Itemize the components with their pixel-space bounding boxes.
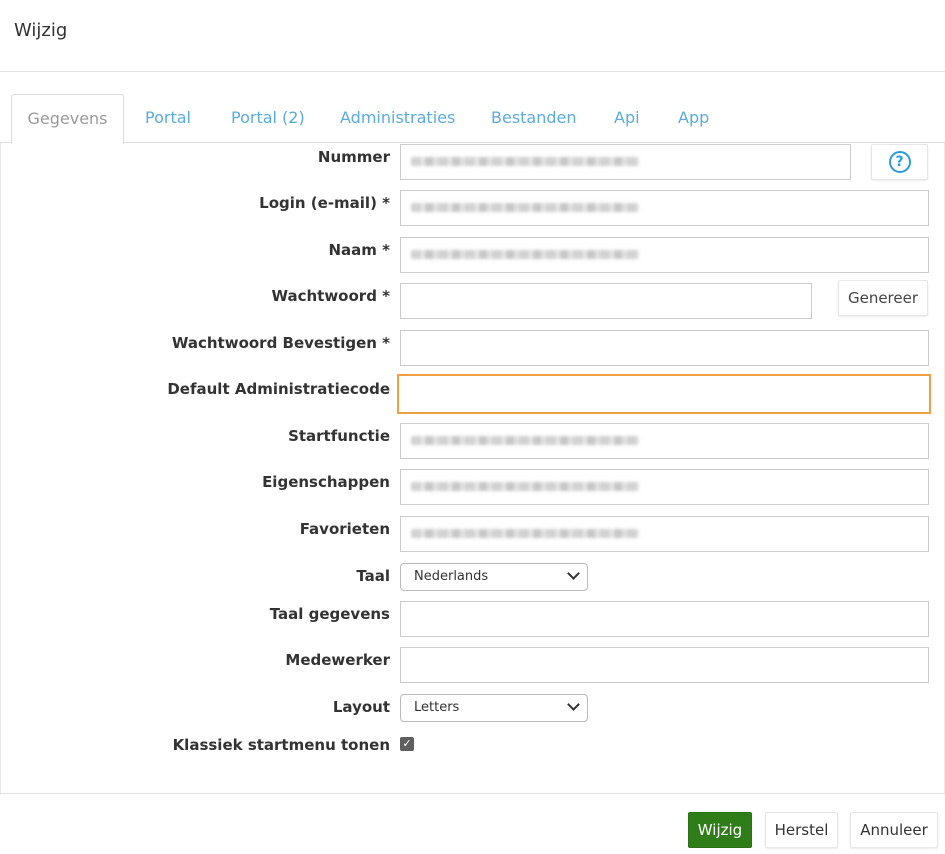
tab-bestanden[interactable]: Bestanden [491,94,577,143]
annuleer-button[interactable]: Annuleer [850,812,938,848]
redacted-value [411,435,639,445]
klassiek-startmenu-checkbox[interactable]: ✓ [400,737,414,751]
tab-portal[interactable]: Portal [145,94,191,143]
dialog-title: Wijzig [14,20,68,41]
naam-input[interactable] [400,237,929,273]
tab-administraties[interactable]: Administraties [340,94,455,143]
taal-select[interactable]: Nederlands [400,563,588,591]
taal-label: Taal [356,567,390,585]
redacted-value [411,481,639,491]
medewerker-label: Medewerker [285,651,390,669]
wijzig-button[interactable]: Wijzig [688,812,752,848]
layout-select[interactable]: Letters [400,694,588,722]
tab-api[interactable]: Api [614,94,640,143]
medewerker-input[interactable] [400,647,929,683]
wachtwoord-bevestigen-label: Wachtwoord Bevestigen * [171,334,390,352]
redacted-value [411,249,639,259]
login-label: Login (e-mail) * [259,194,390,212]
klassiek-startmenu-label: Klassiek startmenu tonen [172,736,390,754]
chevron-down-icon [567,698,580,711]
taal-gegevens-input[interactable] [400,601,929,637]
naam-label: Naam * [328,241,391,259]
nummer-label: Nummer [317,148,390,166]
startfunctie-input[interactable] [400,423,929,459]
startfunctie-label: Startfunctie [288,427,390,445]
redacted-value [411,156,639,166]
nummer-input[interactable] [400,144,851,180]
default-administratiecode-label: Default Administratiecode [167,380,390,398]
taal-select-value: Nederlands [414,569,489,584]
help-button[interactable]: ? [871,144,928,180]
chevron-down-icon [567,567,580,580]
tab-portal-2[interactable]: Portal (2) [231,94,305,143]
herstel-button[interactable]: Herstel [765,812,838,848]
favorieten-input[interactable] [400,516,929,552]
taal-gegevens-label: Taal gegevens [269,605,390,623]
wachtwoord-label: Wachtwoord * [271,287,390,305]
dialog-header: Wijzig [0,0,945,72]
help-circle-icon: ? [888,151,911,173]
check-icon: ✓ [402,737,412,750]
dialog-footer: Wijzig Herstel Annuleer [0,793,945,854]
redacted-value [411,202,639,212]
tab-app[interactable]: App [678,94,709,143]
eigenschappen-input[interactable] [400,469,929,505]
tab-bar: Gegevens Portal Portal (2) Administratie… [0,94,945,144]
favorieten-label: Favorieten [299,520,390,538]
eigenschappen-label: Eigenschappen [262,473,390,491]
login-input[interactable] [400,190,929,226]
layout-select-value: Letters [414,700,460,715]
redacted-value [411,528,639,538]
genereer-button[interactable]: Genereer [838,280,928,316]
wachtwoord-input[interactable] [400,283,812,319]
default-administratiecode-input[interactable] [397,374,931,414]
layout-label: Layout [332,698,390,716]
tab-gegevens[interactable]: Gegevens [11,94,124,144]
wachtwoord-bevestigen-input[interactable] [400,330,929,366]
